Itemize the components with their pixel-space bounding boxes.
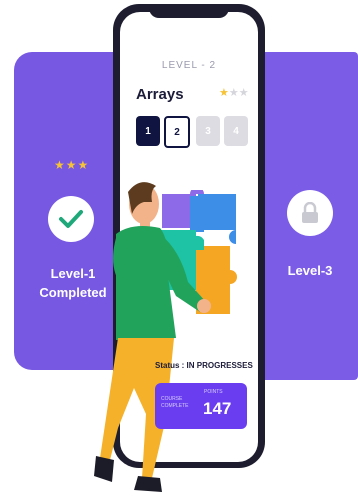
star-icon: ★ [219, 87, 229, 99]
person-illustration [94, 182, 211, 492]
status-text: Status : IN PROGRESSES [155, 361, 253, 370]
level-3-label: Level-3 [287, 263, 333, 278]
topic-title: Arrays [136, 86, 184, 103]
lock-icon [287, 190, 333, 236]
rating-stars: ★★★ [219, 86, 249, 99]
course-complete-label: COURSE COMPLETE [161, 396, 189, 409]
star-empty-icon: ★★ [228, 87, 249, 99]
points-label: POINTS [204, 389, 223, 395]
points-value: 147 [203, 399, 232, 418]
question-tile-4[interactable]: 4 [224, 116, 248, 146]
question-tile-1[interactable]: 1 [136, 116, 160, 146]
question-tile-3[interactable]: 3 [196, 116, 220, 146]
question-tile-2[interactable]: 2 [164, 116, 190, 148]
level-title: LEVEL - 2 [161, 60, 217, 71]
phone-notch [149, 6, 229, 18]
level-1-stars: ★★★ [54, 158, 90, 172]
